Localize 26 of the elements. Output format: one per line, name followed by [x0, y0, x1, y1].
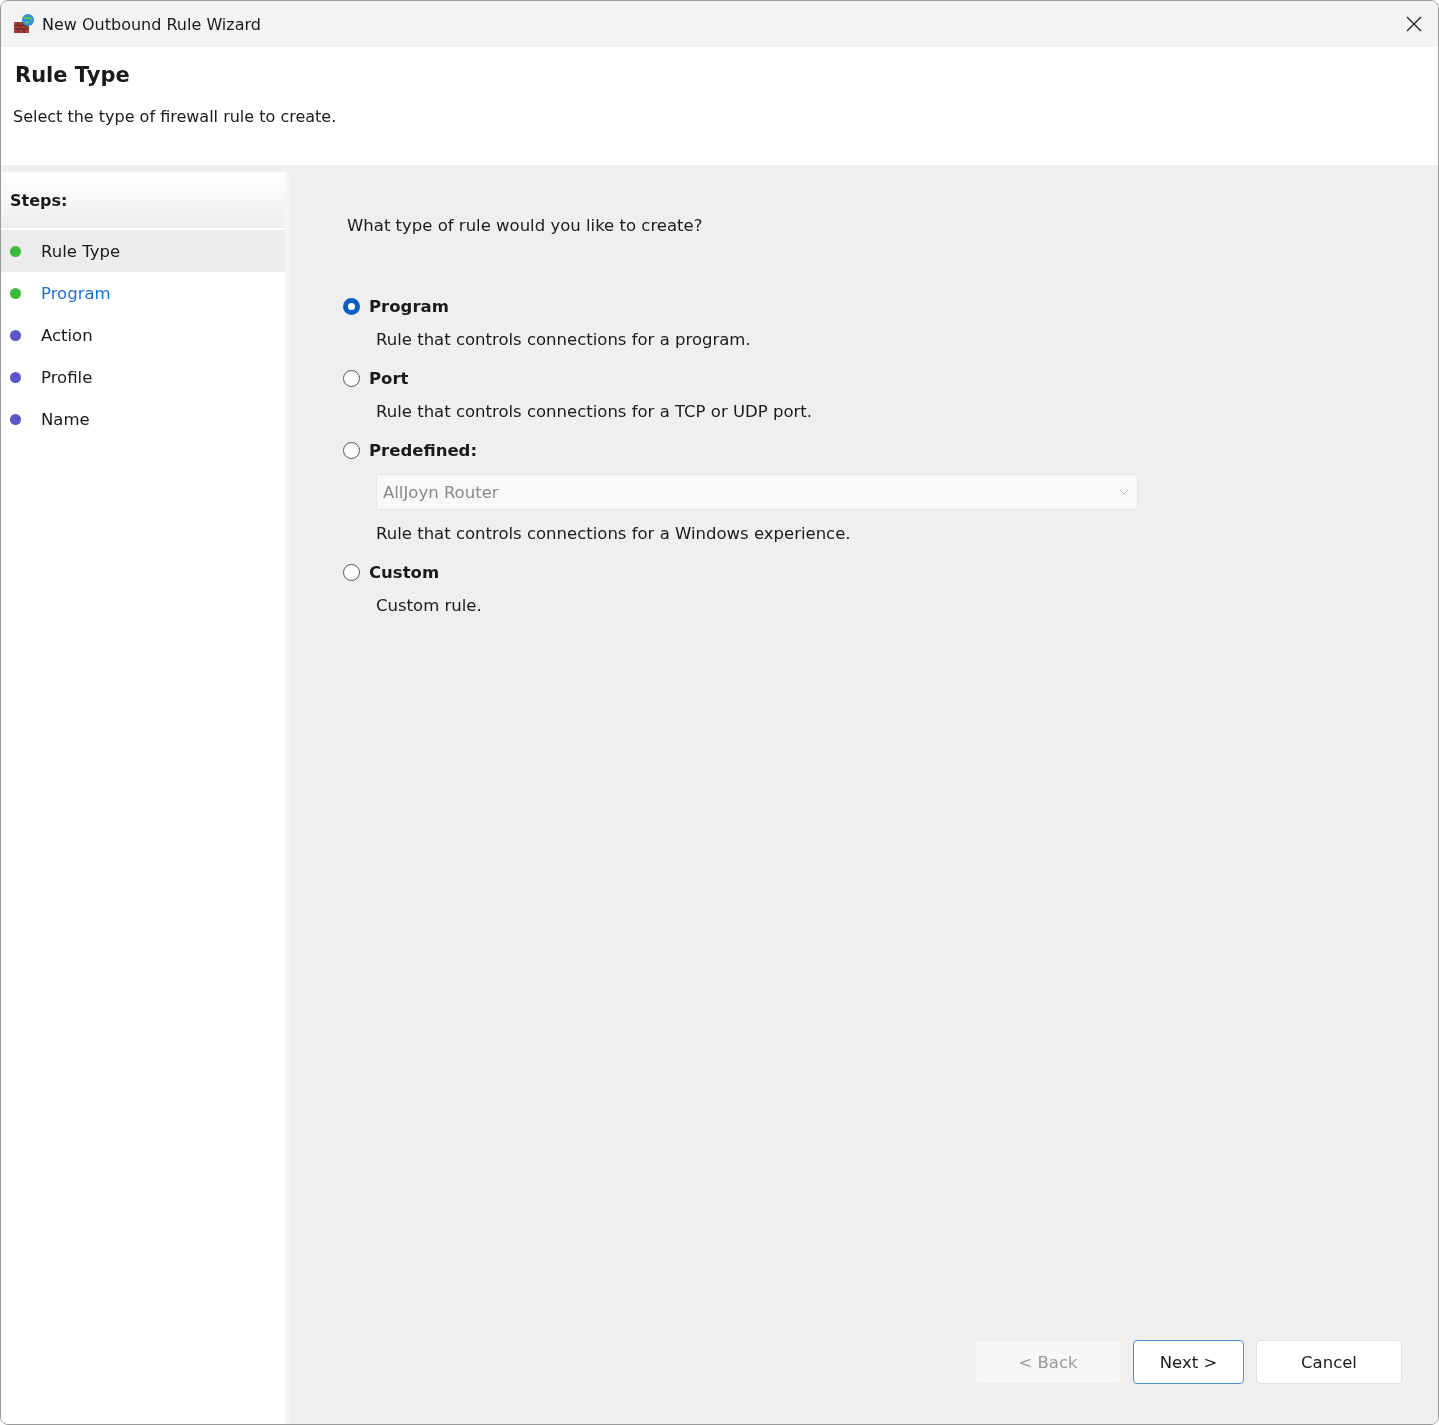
rule-type-radio[interactable]: Predefined:	[343, 441, 477, 460]
option-description: Rule that controls connections for a Windows experience.	[376, 524, 852, 543]
rule-type-radio[interactable]: Program	[343, 297, 449, 316]
rule-type-radio[interactable]: Port	[343, 369, 409, 388]
page-subtitle: Select the type of firewall rule to create.	[13, 107, 338, 126]
step-item[interactable]: Program	[1, 272, 285, 314]
firewall-icon	[13, 13, 35, 35]
chevron-down-icon	[1119, 489, 1129, 495]
radio-button[interactable]	[343, 564, 360, 581]
option-description: Custom rule.	[376, 596, 483, 615]
step-item[interactable]: Profile	[1, 356, 285, 398]
step-item[interactable]: Rule Type	[1, 230, 285, 272]
step-item[interactable]: Name	[1, 398, 285, 440]
close-icon[interactable]	[1406, 16, 1422, 32]
window-title: New Outbound Rule Wizard	[42, 14, 262, 34]
option-description: Rule that controls connections for a TCP or UDP port.	[376, 402, 813, 421]
step-item[interactable]: Action	[1, 314, 285, 356]
radio-button[interactable]	[343, 442, 360, 459]
radio-button[interactable]	[343, 370, 360, 387]
radio-button[interactable]	[343, 298, 360, 315]
wizard-button[interactable]: Next >	[1133, 1340, 1244, 1384]
question-text: What type of rule would you like to create?	[347, 216, 704, 235]
option-description: Rule that controls connections for a program.	[376, 330, 752, 349]
wizard-button[interactable]: Cancel	[1256, 1340, 1402, 1384]
rule-type-radio[interactable]: Custom	[343, 563, 440, 582]
page-title: Rule Type	[15, 63, 131, 87]
